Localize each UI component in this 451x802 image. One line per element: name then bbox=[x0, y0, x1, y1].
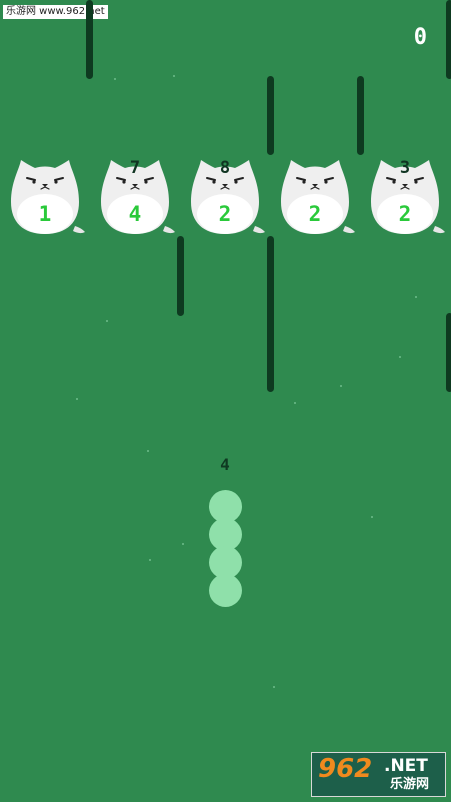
snake-length-label: 4 bbox=[220, 455, 230, 474]
star-dot bbox=[371, 516, 373, 518]
cat-block: 8 2 bbox=[185, 156, 265, 236]
cat-block: 3 2 bbox=[365, 156, 445, 236]
star-dot bbox=[399, 356, 401, 358]
star-dot bbox=[147, 450, 149, 452]
block-hp-label: 2 bbox=[218, 202, 232, 226]
star-dot bbox=[76, 398, 78, 400]
star-dot bbox=[340, 385, 342, 387]
star-dot bbox=[114, 78, 116, 80]
wall bbox=[446, 0, 451, 79]
score-display: 0 bbox=[413, 25, 427, 50]
star-dot bbox=[173, 75, 175, 77]
star-dot bbox=[294, 402, 296, 404]
brand-sub: 乐游网 bbox=[390, 777, 430, 792]
star-dot bbox=[182, 543, 184, 545]
block-hp-label: 2 bbox=[308, 202, 322, 226]
cat-block: 1 bbox=[5, 156, 85, 236]
block-bonus-label: 7 bbox=[129, 158, 141, 178]
block-bonus-label: 8 bbox=[219, 158, 231, 178]
brand-net: .NET bbox=[384, 756, 428, 776]
wall bbox=[446, 313, 451, 392]
star-dot bbox=[415, 296, 417, 298]
wall bbox=[86, 0, 93, 79]
game-stage[interactable]: 乐游网 www.962.net 0 1 7 4 8 2 2 3 2 4 962 … bbox=[0, 0, 451, 802]
wall bbox=[357, 76, 364, 155]
star-dot bbox=[273, 686, 275, 688]
star-dot bbox=[106, 320, 108, 322]
block-hp-label: 4 bbox=[128, 202, 142, 226]
cat-block: 7 4 bbox=[95, 156, 175, 236]
block-hp-label: 1 bbox=[38, 202, 52, 226]
block-hp-label: 2 bbox=[398, 202, 412, 226]
brand-number: 962 bbox=[318, 754, 373, 784]
star-dot bbox=[149, 559, 151, 561]
wall bbox=[267, 76, 274, 155]
cat-block: 2 bbox=[275, 156, 355, 236]
block-bonus-label: 3 bbox=[399, 158, 411, 178]
wall bbox=[267, 236, 274, 392]
brand-watermark: 962 .NET 乐游网 bbox=[311, 752, 446, 797]
snake-segment bbox=[209, 574, 242, 607]
wall bbox=[177, 236, 184, 316]
